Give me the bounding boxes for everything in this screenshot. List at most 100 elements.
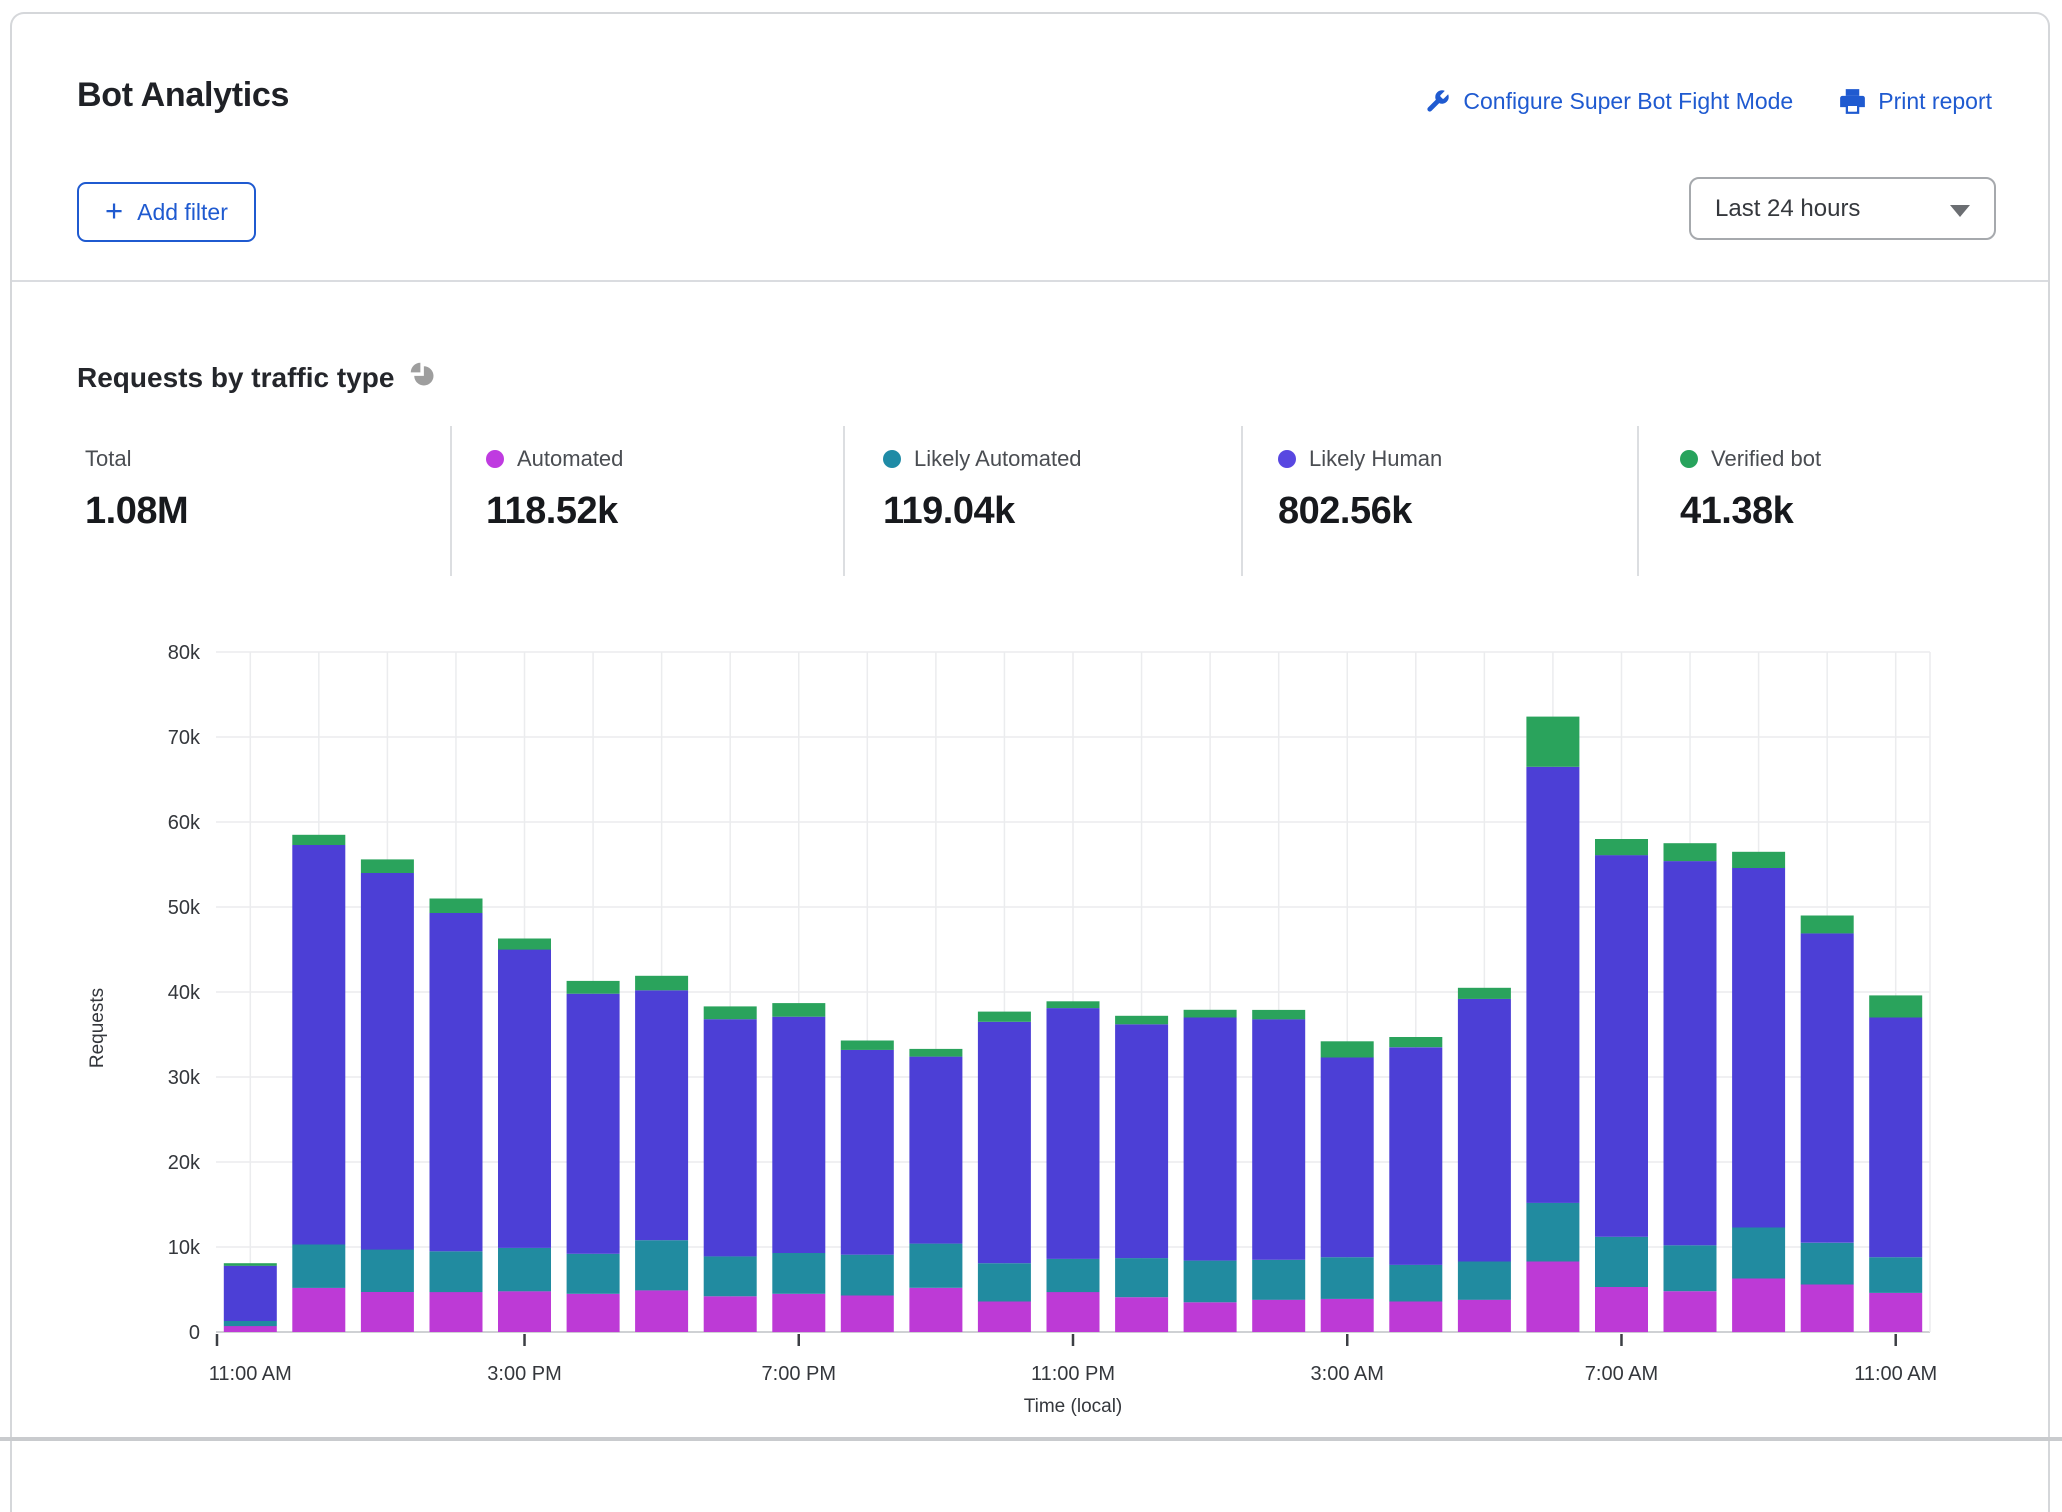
bar-segment-verified-bot[interactable] xyxy=(978,1012,1031,1022)
bar-segment-verified-bot[interactable] xyxy=(1664,843,1717,861)
bar-segment-verified-bot[interactable] xyxy=(1184,1010,1237,1018)
bar-segment-verified-bot[interactable] xyxy=(1458,988,1511,999)
bar-segment-likely-human[interactable] xyxy=(635,990,688,1240)
bar-segment-likely-human[interactable] xyxy=(978,1022,1031,1263)
bar-segment-automated[interactable] xyxy=(772,1294,825,1332)
bar-segment-likely-human[interactable] xyxy=(1115,1024,1168,1258)
bar-segment-likely-automated[interactable] xyxy=(292,1245,345,1288)
bar-segment-automated[interactable] xyxy=(1389,1301,1442,1332)
bar-segment-verified-bot[interactable] xyxy=(1321,1041,1374,1057)
bar-segment-likely-human[interactable] xyxy=(1664,861,1717,1245)
bar-segment-likely-human[interactable] xyxy=(361,873,414,1250)
bar-segment-likely-human[interactable] xyxy=(1184,1018,1237,1261)
bar-segment-verified-bot[interactable] xyxy=(224,1263,277,1266)
bar-segment-automated[interactable] xyxy=(1526,1262,1579,1333)
bar-segment-likely-human[interactable] xyxy=(704,1019,757,1256)
bar-segment-verified-bot[interactable] xyxy=(1526,717,1579,767)
bar-segment-likely-human[interactable] xyxy=(1595,855,1648,1237)
bar-segment-likely-automated[interactable] xyxy=(1252,1260,1305,1300)
bar-segment-automated[interactable] xyxy=(1801,1284,1854,1332)
bar-segment-verified-bot[interactable] xyxy=(1732,852,1785,868)
bar-segment-likely-human[interactable] xyxy=(1458,999,1511,1262)
bar-segment-automated[interactable] xyxy=(1321,1299,1374,1332)
bar-segment-automated[interactable] xyxy=(224,1326,277,1332)
bar-segment-automated[interactable] xyxy=(1595,1287,1648,1332)
bar-segment-likely-automated[interactable] xyxy=(841,1255,894,1296)
bar-segment-likely-automated[interactable] xyxy=(1526,1203,1579,1262)
bar-segment-automated[interactable] xyxy=(978,1301,1031,1332)
bar-segment-likely-human[interactable] xyxy=(1526,767,1579,1203)
bar-segment-verified-bot[interactable] xyxy=(841,1041,894,1050)
bar-segment-likely-human[interactable] xyxy=(1252,1019,1305,1260)
bar-segment-verified-bot[interactable] xyxy=(567,981,620,994)
bar-segment-likely-automated[interactable] xyxy=(909,1244,962,1288)
print-report-link[interactable]: Print report xyxy=(1839,88,1992,115)
bar-segment-verified-bot[interactable] xyxy=(1595,839,1648,855)
bar-segment-likely-automated[interactable] xyxy=(361,1250,414,1293)
bar-segment-likely-human[interactable] xyxy=(498,950,551,1248)
bar-segment-automated[interactable] xyxy=(567,1294,620,1332)
bar-segment-likely-human[interactable] xyxy=(430,913,483,1251)
bar-segment-automated[interactable] xyxy=(1252,1300,1305,1332)
bar-segment-automated[interactable] xyxy=(498,1291,551,1332)
bar-segment-verified-bot[interactable] xyxy=(635,976,688,991)
bar-segment-verified-bot[interactable] xyxy=(1801,916,1854,934)
bar-segment-automated[interactable] xyxy=(1664,1291,1717,1332)
time-range-select[interactable]: Last 24 hours xyxy=(1689,177,1996,240)
bar-segment-verified-bot[interactable] xyxy=(430,899,483,914)
bar-segment-likely-automated[interactable] xyxy=(978,1263,1031,1301)
bar-segment-likely-automated[interactable] xyxy=(1732,1228,1785,1279)
bar-segment-likely-human[interactable] xyxy=(909,1057,962,1244)
bar-segment-likely-automated[interactable] xyxy=(1115,1258,1168,1297)
bar-segment-likely-automated[interactable] xyxy=(704,1256,757,1296)
bar-segment-automated[interactable] xyxy=(704,1296,757,1332)
bar-segment-likely-automated[interactable] xyxy=(1664,1245,1717,1291)
bar-segment-likely-human[interactable] xyxy=(1801,933,1854,1242)
bar-segment-verified-bot[interactable] xyxy=(1389,1037,1442,1047)
bar-segment-automated[interactable] xyxy=(1047,1292,1100,1332)
bar-segment-verified-bot[interactable] xyxy=(772,1003,825,1017)
bar-segment-automated[interactable] xyxy=(1115,1297,1168,1332)
bar-segment-verified-bot[interactable] xyxy=(1252,1010,1305,1019)
bar-segment-likely-human[interactable] xyxy=(1047,1008,1100,1259)
bar-segment-verified-bot[interactable] xyxy=(1115,1016,1168,1025)
bar-segment-automated[interactable] xyxy=(361,1292,414,1332)
bar-segment-likely-human[interactable] xyxy=(772,1017,825,1253)
bar-segment-likely-automated[interactable] xyxy=(1595,1237,1648,1287)
bar-segment-likely-automated[interactable] xyxy=(1047,1259,1100,1292)
configure-super-bot-fight-mode-link[interactable]: Configure Super Bot Fight Mode xyxy=(1424,88,1793,115)
bar-segment-likely-automated[interactable] xyxy=(1458,1262,1511,1300)
bar-segment-verified-bot[interactable] xyxy=(1869,995,1922,1017)
bar-segment-verified-bot[interactable] xyxy=(1047,1001,1100,1008)
bar-segment-automated[interactable] xyxy=(292,1288,345,1332)
bar-segment-likely-human[interactable] xyxy=(841,1050,894,1255)
bar-segment-likely-human[interactable] xyxy=(1321,1057,1374,1257)
bar-segment-likely-automated[interactable] xyxy=(1869,1257,1922,1293)
bar-segment-likely-human[interactable] xyxy=(292,845,345,1245)
bar-segment-likely-automated[interactable] xyxy=(1321,1257,1374,1299)
bar-segment-likely-human[interactable] xyxy=(1389,1047,1442,1265)
bar-segment-verified-bot[interactable] xyxy=(909,1049,962,1057)
bar-segment-likely-automated[interactable] xyxy=(498,1248,551,1291)
bar-segment-likely-human[interactable] xyxy=(1869,1018,1922,1258)
bar-segment-automated[interactable] xyxy=(635,1290,688,1332)
bar-segment-automated[interactable] xyxy=(430,1292,483,1332)
add-filter-button[interactable]: + Add filter xyxy=(77,182,256,242)
bar-segment-likely-human[interactable] xyxy=(567,994,620,1254)
bar-segment-verified-bot[interactable] xyxy=(704,1006,757,1019)
bar-segment-likely-automated[interactable] xyxy=(772,1253,825,1294)
bar-segment-verified-bot[interactable] xyxy=(361,859,414,873)
bar-segment-likely-automated[interactable] xyxy=(224,1321,277,1326)
bar-segment-automated[interactable] xyxy=(1184,1302,1237,1332)
bar-segment-automated[interactable] xyxy=(1869,1293,1922,1332)
bar-segment-likely-automated[interactable] xyxy=(635,1240,688,1290)
bar-segment-likely-automated[interactable] xyxy=(567,1254,620,1294)
bar-segment-verified-bot[interactable] xyxy=(292,835,345,845)
bar-segment-likely-automated[interactable] xyxy=(430,1251,483,1292)
bar-segment-likely-human[interactable] xyxy=(224,1266,277,1321)
bar-segment-automated[interactable] xyxy=(1458,1300,1511,1332)
bar-segment-automated[interactable] xyxy=(909,1288,962,1332)
bar-segment-verified-bot[interactable] xyxy=(498,939,551,950)
bar-segment-likely-automated[interactable] xyxy=(1389,1265,1442,1302)
bar-segment-likely-automated[interactable] xyxy=(1801,1243,1854,1285)
